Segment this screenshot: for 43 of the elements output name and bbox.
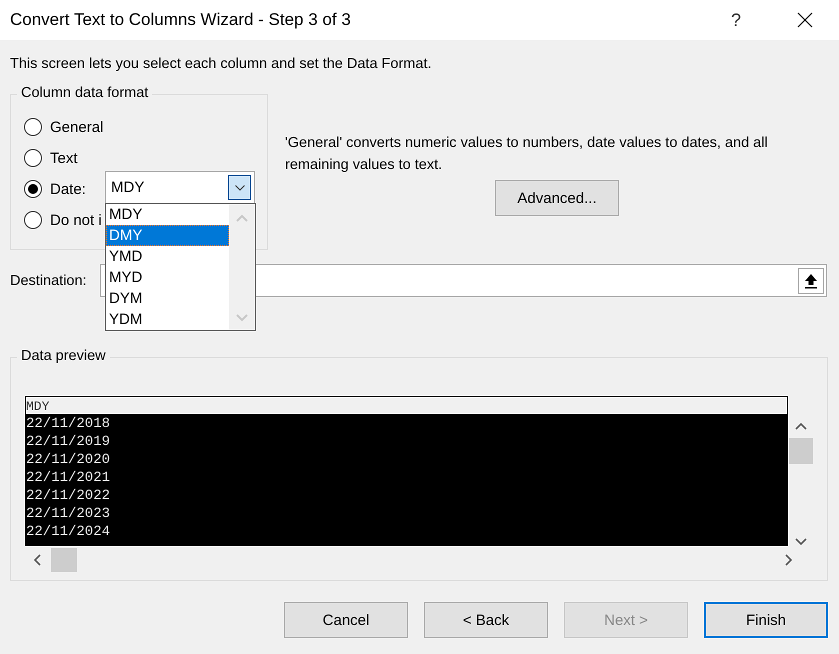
close-icon[interactable]: [797, 12, 813, 28]
dropdown-option[interactable]: YDM: [106, 309, 229, 330]
preview-row-text: 22/11/2019: [25, 433, 112, 451]
scrollbar-thumb[interactable]: [51, 548, 77, 572]
intro-text: This screen lets you select each column and set the Data Format.: [10, 56, 433, 72]
preview-row-text: 22/11/2023: [25, 505, 112, 523]
advanced-button[interactable]: Advanced...: [495, 180, 619, 216]
help-button[interactable]: ?: [726, 10, 745, 30]
scroll-down-icon[interactable]: [795, 538, 807, 546]
destination-label: Destination:: [10, 272, 88, 288]
column-header[interactable]: MDY: [25, 396, 788, 415]
dialog-button[interactable]: Finish: [704, 602, 828, 638]
dropdown-button[interactable]: [228, 175, 251, 200]
radio-button[interactable]: [24, 149, 42, 167]
preview-row-text: 22/11/2024: [25, 523, 112, 541]
window-title: Convert Text to Columns Wizard - Step 3 of 3: [10, 10, 352, 30]
preview-row-text: 22/11/2021: [25, 469, 112, 487]
radio-label[interactable]: Date:: [50, 180, 86, 198]
format-description: 'General' converts numeric values to numbers, date values to dates, and all remaining values to text.: [285, 134, 769, 175]
dropdown-option[interactable]: MYD: [106, 267, 229, 288]
dropdown-option[interactable]: MDY: [106, 204, 229, 225]
radio-label[interactable]: Text: [50, 150, 78, 166]
chevron-down-icon: [234, 184, 244, 190]
radio-label[interactable]: General: [50, 118, 104, 136]
preview-row-text: 22/11/2022: [25, 487, 112, 505]
scrollbar-thumb[interactable]: [789, 438, 813, 464]
dropdown-option[interactable]: DYM: [106, 288, 229, 309]
up-arrow-icon: [804, 272, 818, 288]
preview-row-text: 22/11/2018: [25, 415, 112, 433]
collapse-dialog-button[interactable]: [798, 268, 824, 294]
group-legend: Data preview: [17, 348, 110, 364]
scroll-up-icon[interactable]: [795, 422, 807, 430]
scroll-right-icon[interactable]: [785, 554, 793, 566]
dropdown-option[interactable]: DMY: [106, 225, 229, 246]
radio-button[interactable]: [24, 180, 42, 198]
radio-button[interactable]: [24, 118, 42, 136]
dialog-button[interactable]: < Back: [424, 602, 548, 638]
radio-button[interactable]: [24, 211, 42, 229]
radio-label[interactable]: Do not i: [50, 212, 102, 228]
scroll-left-icon[interactable]: [33, 554, 41, 566]
preview-row-text: 22/11/2020: [25, 451, 112, 469]
dialog-button[interactable]: Cancel: [284, 602, 408, 638]
dropdown-option[interactable]: YMD: [106, 246, 229, 267]
